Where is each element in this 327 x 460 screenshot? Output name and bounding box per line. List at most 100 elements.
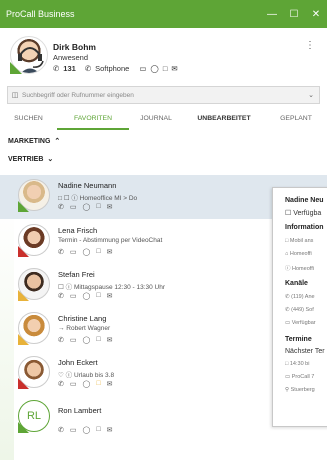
- calendar-icon[interactable]: □: [163, 64, 168, 73]
- contact-status: → Robert Wagner: [58, 325, 111, 332]
- video-icon[interactable]: ▭: [139, 64, 146, 73]
- presence-indicator: [18, 290, 29, 301]
- tab-favorites[interactable]: FAVORITEN: [57, 110, 129, 130]
- calendar-icon[interactable]: □: [96, 292, 100, 300]
- phone-icon[interactable]: ✆: [58, 203, 64, 211]
- contact-name: Nadine Neumann: [58, 181, 117, 190]
- video-icon[interactable]: ▭: [70, 292, 77, 300]
- group-vertrieb[interactable]: VERTRIEB ⌄: [8, 155, 54, 164]
- calendar-icon[interactable]: □: [96, 336, 100, 344]
- presence-indicator: [18, 422, 29, 433]
- tab-bar: SUCHEN FAVORITEN JOURNAL UNBEARBEITET GE…: [0, 110, 327, 130]
- video-icon[interactable]: ▭: [70, 426, 77, 434]
- chat-icon[interactable]: ◯: [83, 248, 91, 256]
- chat-icon[interactable]: ◯: [83, 380, 91, 388]
- calendar-icon[interactable]: □: [96, 380, 100, 388]
- chevron-up-icon: ⌃: [54, 138, 61, 145]
- mail-icon[interactable]: ✉: [171, 64, 177, 73]
- mail-icon[interactable]: ✉: [107, 203, 113, 211]
- tab-planned[interactable]: GEPLANT: [265, 110, 327, 130]
- popup-name: Nadine Neu: [285, 197, 324, 204]
- search-placeholder: Suchbegriff oder Rufnummer eingeben: [22, 91, 134, 99]
- own-status[interactable]: Anwesend: [53, 53, 88, 62]
- contact-actions: ✆ ▭ ◯ □ ✉: [58, 203, 112, 211]
- contact-name: Lena Frisch: [58, 226, 98, 235]
- popup-channel-line[interactable]: ▭ Verfügbar: [285, 320, 316, 326]
- popup-info-line: ⌂ Homeoffi: [285, 251, 312, 257]
- popup-info-line: □ Mobil ans: [285, 238, 314, 244]
- own-extension[interactable]: 131: [63, 64, 76, 73]
- chevron-down-icon: ⌄: [47, 156, 54, 163]
- group-marketing-label: MARKETING: [8, 137, 51, 145]
- popup-date-line: ▭ ProCall 7: [285, 374, 315, 380]
- presence-indicator: [18, 334, 29, 345]
- close-button[interactable]: ✕: [305, 0, 327, 28]
- contact-detail-popup: Nadine Neu ☐ Verfügba Information □ Mobi…: [272, 187, 327, 427]
- mail-icon[interactable]: ✉: [107, 248, 113, 256]
- tab-unprocessed[interactable]: UNBEARBEITET: [183, 110, 265, 130]
- presence-indicator: [18, 201, 29, 212]
- popup-channel-line[interactable]: ✆ (119) Ane: [285, 294, 315, 300]
- contact-actions: ✆ ▭ ◯ □ ✉: [58, 380, 112, 388]
- popup-info-line: ⓘ Homeoffi: [285, 266, 314, 272]
- tab-search[interactable]: SUCHEN: [0, 110, 57, 130]
- chat-icon[interactable]: ◯: [83, 292, 91, 300]
- popup-date-line: ⚲ Stuerberg: [285, 387, 315, 393]
- popup-section-channels: Kanäle: [285, 280, 308, 287]
- contact-name: John Eckert: [58, 358, 98, 367]
- contact-actions: ✆ ▭ ◯ □ ✉: [58, 248, 112, 256]
- phone-icon: ✆: [53, 64, 60, 73]
- phone-icon[interactable]: ✆: [58, 292, 64, 300]
- keyboard-icon: ◫: [11, 92, 19, 99]
- tab-journal[interactable]: JOURNAL: [129, 110, 183, 130]
- contact-name: Ron Lambert: [58, 406, 102, 415]
- phone-icon[interactable]: ✆: [58, 248, 64, 256]
- contact-actions: ✆ ▭ ◯ □ ✉: [58, 426, 112, 434]
- contact-status: ♡ ⓘ Urlaub bis 3.8: [58, 372, 115, 379]
- video-icon[interactable]: ▭: [70, 203, 77, 211]
- popup-next-appointment: Nächster Ter: [285, 348, 325, 355]
- chat-icon[interactable]: ◯: [83, 336, 91, 344]
- popup-section-info: Information: [285, 224, 324, 231]
- own-line-info: ✆ 131 ✆ Softphone ▭ ◯ □ ✉: [53, 64, 178, 73]
- phone-icon[interactable]: ✆: [58, 380, 64, 388]
- group-vertrieb-label: VERTRIEB: [8, 155, 44, 163]
- popup-section-dates: Termine: [285, 336, 312, 343]
- presence-indicator: [18, 246, 29, 257]
- mail-icon[interactable]: ✉: [107, 292, 113, 300]
- own-name: Dirk Bohm: [53, 42, 96, 52]
- maximize-button[interactable]: ☐: [283, 0, 305, 28]
- presence-indicator: [18, 378, 29, 389]
- search-input[interactable]: ◫ Suchbegriff oder Rufnummer eingeben ⌄: [7, 86, 320, 104]
- video-icon[interactable]: ▭: [70, 248, 77, 256]
- more-menu-icon[interactable]: ⋮: [305, 40, 315, 51]
- group-marketing[interactable]: MARKETING ⌃: [8, 137, 61, 146]
- chat-icon[interactable]: ◯: [150, 64, 158, 73]
- calendar-icon[interactable]: □: [96, 248, 100, 256]
- contact-name: Christine Lang: [58, 314, 107, 323]
- popup-channel-line[interactable]: ✆ (449) Sof: [285, 307, 314, 313]
- chevron-down-icon[interactable]: ⌄: [308, 91, 319, 99]
- contact-initials: RL: [26, 410, 42, 422]
- calendar-icon[interactable]: □: [96, 426, 100, 434]
- video-icon[interactable]: ▭: [70, 336, 77, 344]
- app-title: ProCall Business: [6, 9, 75, 19]
- video-icon[interactable]: ▭: [70, 380, 77, 388]
- calendar-icon[interactable]: □: [96, 203, 100, 211]
- contact-name: Stefan Frei: [58, 270, 95, 279]
- softphone-label[interactable]: Softphone: [95, 64, 129, 73]
- phone-icon[interactable]: ✆: [58, 426, 64, 434]
- phone-icon[interactable]: ✆: [58, 336, 64, 344]
- contact-status: □ ☐ ⓘ Homeoffice MI > Do: [58, 195, 138, 202]
- mail-icon[interactable]: ✉: [107, 380, 113, 388]
- chat-icon[interactable]: ◯: [83, 426, 91, 434]
- mail-icon[interactable]: ✉: [107, 426, 113, 434]
- chat-icon[interactable]: ◯: [83, 203, 91, 211]
- mail-icon[interactable]: ✉: [107, 336, 113, 344]
- app-window: ProCall Business — ☐ ✕ Dirk Bohm Anwesen…: [0, 0, 327, 460]
- presence-indicator: [10, 62, 34, 74]
- minimize-button[interactable]: —: [261, 0, 283, 28]
- own-profile: Dirk Bohm Anwesend ✆ 131 ✆ Softphone ▭ ◯…: [0, 28, 327, 82]
- title-bar: ProCall Business — ☐ ✕: [0, 0, 327, 28]
- contact-actions: ✆ ▭ ◯ □ ✉: [58, 336, 112, 344]
